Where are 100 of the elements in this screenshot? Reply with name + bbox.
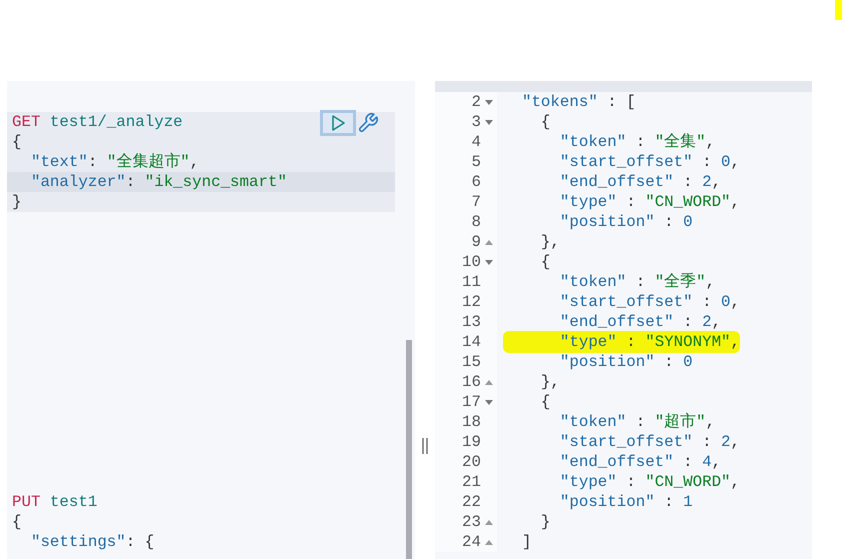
code-token: "CN_WORD" [645,193,731,211]
line-number: 5 [470,152,481,172]
line-number: 15 [461,352,481,372]
fold-caret-icon[interactable] [485,100,493,104]
code-token: : [625,193,637,211]
code-token: , [730,333,740,351]
code-token: { [540,393,550,411]
code-token: , [706,273,716,291]
code-token: "start_offset" [558,153,693,171]
line-number: 14 [461,332,481,352]
code-token: , [730,193,740,211]
code-token: 2 [702,173,712,191]
code-token: 4 [702,453,712,471]
code-token: "start_offset" [558,433,693,451]
code-token: , [706,413,716,431]
line-number: 10 [461,252,481,272]
code-token: { [12,133,22,151]
code-token: }, [540,373,560,391]
code-token: "end_offset" [558,313,674,331]
code-token: 0 [721,153,731,171]
line-number: 22 [461,492,481,512]
code-token: : [682,453,694,471]
code-token: "position" [558,353,655,371]
fold-caret-icon[interactable] [485,400,493,404]
fold-caret-icon[interactable] [485,380,493,384]
line-number: 18 [461,412,481,432]
code-token: : [663,493,675,511]
line-number: 6 [470,172,481,192]
code-token: : [126,173,136,191]
code-token: , [712,453,722,471]
line-number: 21 [461,472,481,492]
code-token: "全季" [654,273,706,291]
code-token: , [712,313,722,331]
code-token: } [540,513,550,531]
code-token: "settings" [30,533,126,551]
code-token: 2 [702,313,712,331]
line-number: 20 [461,452,481,472]
code-token: 1 [683,493,693,511]
code-token: "end_offset" [558,173,674,191]
highlighter-mark [835,0,842,20]
code-token: "tokens" [520,93,598,111]
line-number: 2 [470,92,481,112]
code-token: "全集" [654,133,706,151]
code-token: "end_offset" [558,453,674,471]
code-token: ] [520,533,532,551]
play-button[interactable] [320,110,356,136]
code-token: : [682,173,694,191]
code-token: "type" [558,473,617,491]
code-token: : [625,473,637,491]
code-token: : [634,133,646,151]
play-icon [331,115,345,131]
code-token: "CN_WORD" [645,473,731,491]
code-token: , [730,433,740,451]
scrollbar[interactable] [406,340,412,559]
fold-caret-icon[interactable] [485,520,493,524]
line-number: 19 [461,432,481,452]
line-number: 8 [470,212,481,232]
line-number: 17 [461,392,481,412]
code-token: "token" [558,133,626,151]
fold-caret-icon[interactable] [485,540,493,544]
code-token: : { [126,533,154,551]
code-token: { [12,513,22,531]
code-token: "text" [30,153,88,171]
code-token: : [ [606,93,636,111]
code-token: GET [12,113,40,131]
code-token: test1/_analyze [48,113,183,131]
code-token: : [663,213,675,231]
code-token: { [540,113,550,131]
code-token: : [663,353,675,371]
line-number: 4 [470,132,481,152]
code-token: "type" [558,193,617,211]
line-number: 16 [461,372,481,392]
line-number: 11 [461,272,481,292]
line-number: 23 [461,512,481,532]
code-token: , [730,153,740,171]
code-token: "analyzer" [30,173,126,191]
code-token: test1 [48,493,98,511]
code-token: } [12,193,22,211]
fold-caret-icon[interactable] [485,120,493,124]
code-token: 0 [683,213,693,231]
code-token: "token" [558,413,626,431]
line-number: 13 [461,312,481,332]
code-token: : [634,273,646,291]
code-token: "type" [558,333,617,351]
code-token: , [730,293,740,311]
code-token: 0 [721,293,731,311]
code-token: , [712,173,722,191]
line-number: 9 [470,232,481,252]
fold-caret-icon[interactable] [485,260,493,264]
code-token: "start_offset" [558,293,693,311]
code-token: : [634,413,646,431]
request-editor[interactable]: GET test1/_analyze { "text": "全集超市", "analyzer": "ik_sync_smart" } PUT test1 { "settings": { [7,81,415,559]
line-number: 24 [461,532,481,552]
line-number: 7 [470,192,481,212]
fold-caret-icon[interactable] [485,240,493,244]
code-token: "SYNONYM" [645,333,731,351]
code-token: : [625,333,637,351]
wrench-icon[interactable] [357,112,379,134]
code-token: }, [540,233,560,251]
resize-handle-icon[interactable] [422,438,428,454]
